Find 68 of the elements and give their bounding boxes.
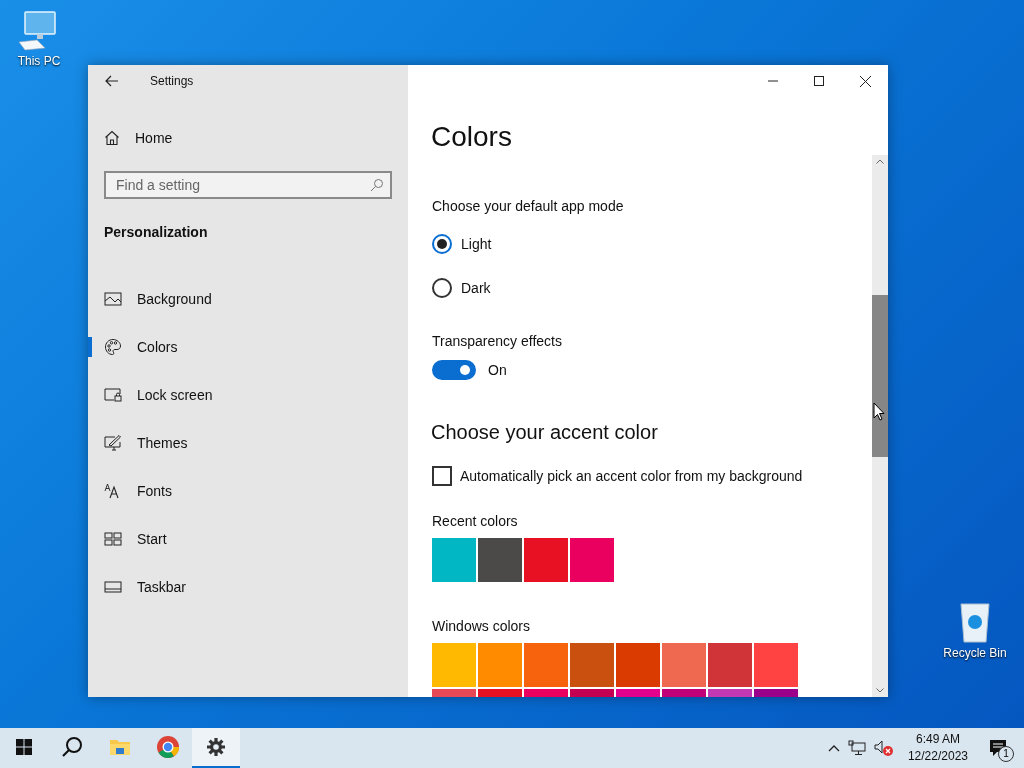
gear-icon (206, 737, 226, 757)
start-tiles-icon (104, 531, 122, 547)
desktop-icon-label[interactable]: This PC (17, 54, 61, 68)
picture-icon (104, 291, 122, 307)
desktop-icon-label[interactable]: Recycle Bin (943, 646, 1007, 660)
chevron-up-icon[interactable] (827, 744, 840, 752)
color-swatch[interactable] (754, 643, 798, 687)
color-swatch[interactable] (432, 643, 476, 687)
fonts-icon (104, 483, 122, 499)
toggle-state-label: On (488, 362, 507, 378)
sidebar-item[interactable]: Fonts (88, 467, 408, 515)
setting-label: Windows colors (432, 618, 532, 634)
section-heading: Personalization (104, 224, 209, 240)
clock[interactable]: 6:49 AM 12/22/2023 (901, 731, 974, 765)
home-nav-item[interactable]: Home (88, 114, 408, 162)
lock-screen-icon (104, 387, 122, 403)
themes-icon (104, 434, 122, 452)
radio-button[interactable] (432, 278, 452, 298)
color-swatch[interactable] (524, 538, 568, 582)
palette-icon (104, 338, 122, 356)
sidebar-item[interactable]: Background (88, 275, 408, 323)
scrollbar[interactable] (872, 155, 888, 697)
clock-date: 12/22/2023 (907, 748, 968, 765)
color-swatch[interactable] (570, 643, 614, 687)
round-browser-icon (156, 735, 180, 759)
page-heading: Colors (431, 120, 513, 154)
window-title: Settings (150, 74, 194, 88)
color-swatch[interactable] (708, 643, 752, 687)
scroll-up-icon[interactable] (876, 159, 884, 164)
taskbar-icon (104, 580, 122, 594)
radio-label: Light (461, 236, 492, 252)
setting-label: Transparency effects (432, 333, 563, 349)
windows-logo-icon (16, 739, 32, 755)
color-swatch[interactable] (432, 538, 476, 582)
back-arrow-icon[interactable] (105, 75, 119, 87)
network-icon[interactable] (847, 740, 866, 756)
color-swatch[interactable] (570, 538, 614, 582)
muted-speaker-icon[interactable] (873, 739, 894, 757)
section-heading: Choose your accent color (431, 420, 659, 445)
radio-label: Dark (461, 280, 491, 296)
notification-count-badge: 1 (998, 746, 1014, 762)
radio-button[interactable] (432, 234, 452, 254)
close-icon (859, 75, 871, 87)
toggle-switch[interactable] (432, 360, 476, 380)
search-icon (61, 736, 83, 758)
mouse-pointer-icon (873, 402, 885, 421)
sidebar-item[interactable]: Taskbar (88, 563, 408, 611)
sidebar-item[interactable]: Start (88, 515, 408, 563)
color-swatch[interactable] (662, 643, 706, 687)
sidebar-item[interactable]: Themes (88, 419, 408, 467)
color-swatch[interactable] (478, 643, 522, 687)
maximize-icon (814, 76, 824, 86)
clock-time: 6:49 AM (915, 731, 960, 748)
setting-label: Choose your default app mode (432, 198, 625, 214)
search-field[interactable]: Find a setting (104, 171, 392, 199)
home-icon (104, 130, 120, 146)
taskbar-app-button[interactable] (192, 728, 240, 768)
sidebar-item[interactable]: Colors (88, 323, 408, 371)
scroll-down-icon[interactable] (876, 688, 884, 693)
setting-label: Recent colors (432, 513, 519, 529)
color-swatch[interactable] (478, 538, 522, 582)
color-swatch[interactable] (524, 643, 568, 687)
notification-button[interactable]: 1 (982, 732, 1014, 764)
sidebar-item[interactable]: Lock screen (88, 371, 408, 419)
search-icon (370, 178, 384, 192)
folder-icon (109, 737, 131, 757)
color-swatch[interactable] (616, 643, 660, 687)
checkbox[interactable]: Automatically pick an accent color from my background (432, 466, 872, 486)
